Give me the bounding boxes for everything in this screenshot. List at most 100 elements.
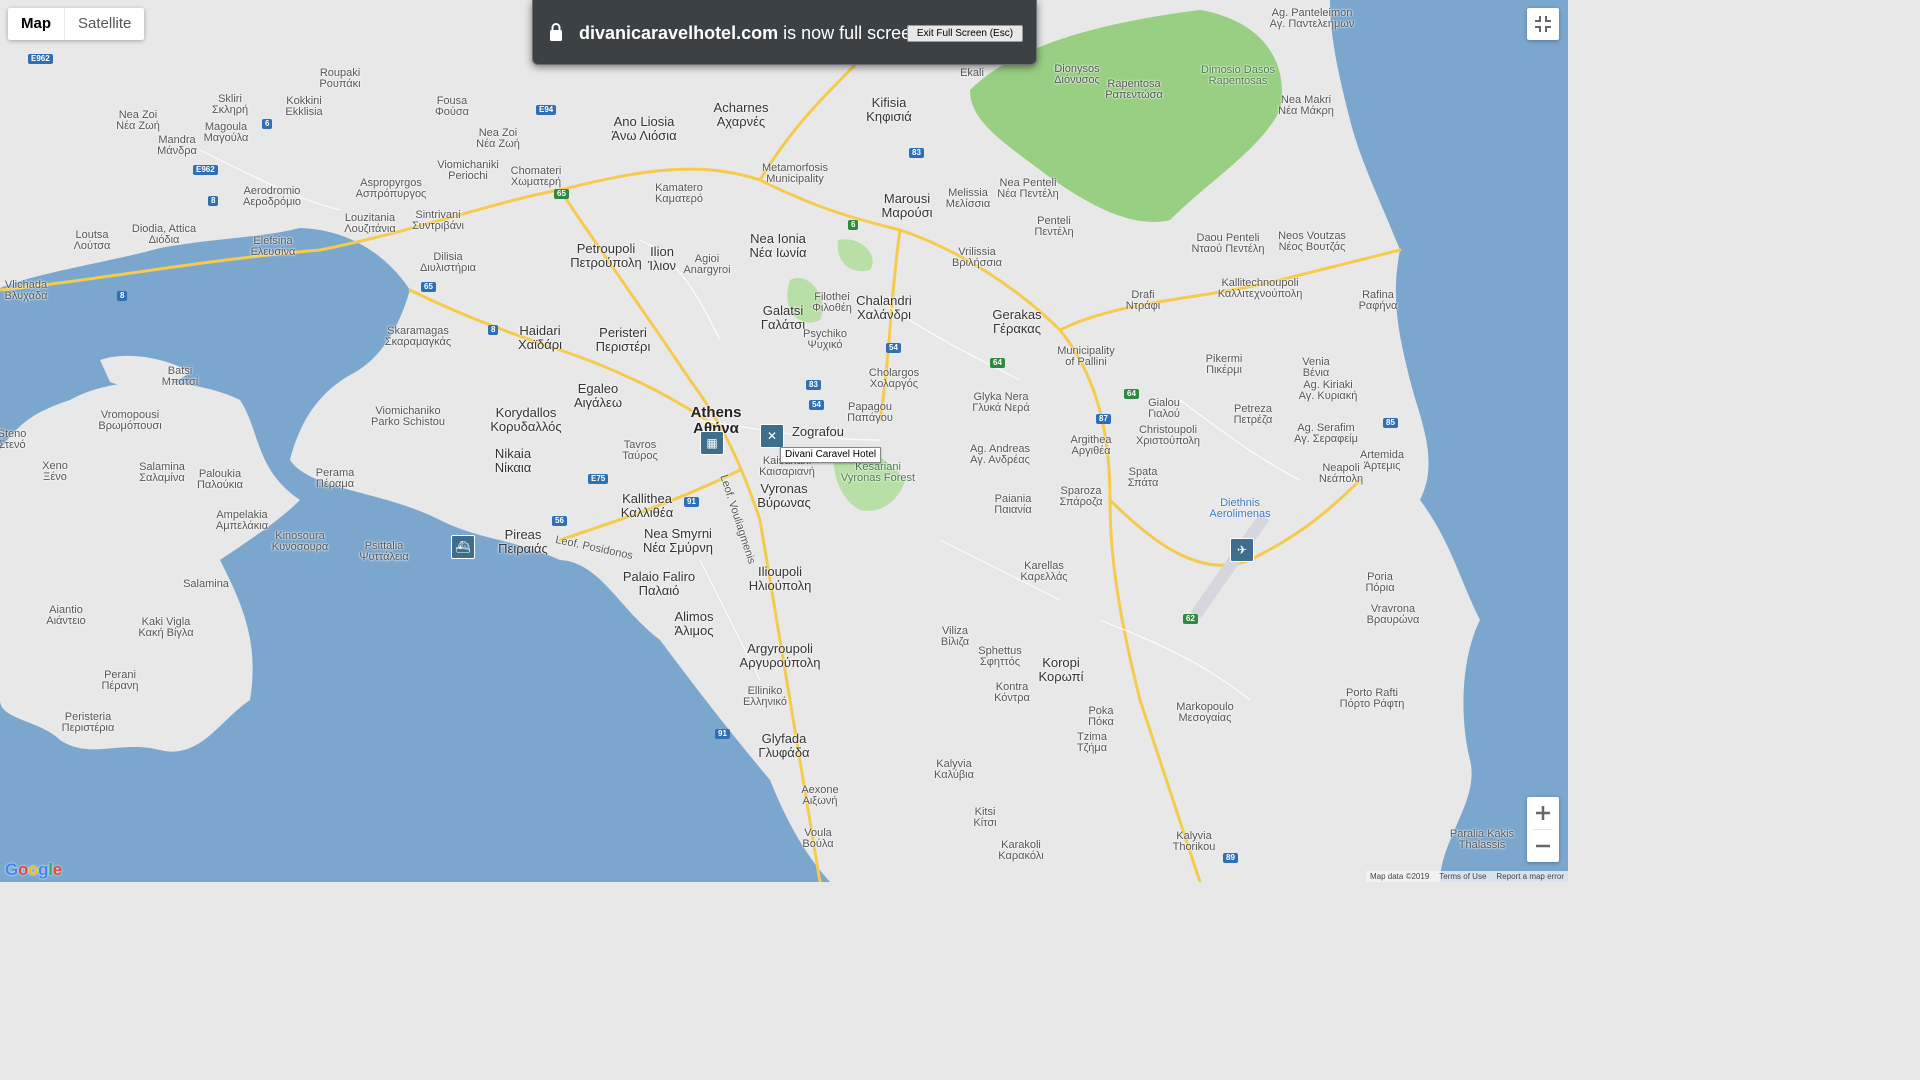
place-name-local: Σπάροζα: [1059, 496, 1103, 508]
place-label-filothei: Filothei Φιλοθέη: [812, 292, 852, 314]
place-name-local: Αγ. Κυριακή: [1298, 390, 1358, 402]
place-label-agpanteleimon: Ag. Panteleimon Αγ. Παντελεήμων: [1270, 8, 1355, 30]
place-name-local: Αγ. Σεραφείμ: [1294, 433, 1358, 445]
zoom-in-button[interactable]: [1527, 797, 1559, 829]
place-name-local: Σπάτα: [1127, 477, 1159, 489]
place-label-kinosoura: Kinosoura Κυνόσουρα: [272, 531, 329, 553]
place-name-local: Νίκαια: [494, 460, 532, 475]
place-name-local: Κακή Βίγλα: [138, 627, 194, 639]
place-name-local: Rapentosas: [1208, 75, 1268, 87]
report-error-link[interactable]: Report a map error: [1496, 871, 1564, 882]
fullscreen-toggle-button[interactable]: [1527, 8, 1559, 40]
port-marker-icon[interactable]: ⛴: [451, 535, 475, 559]
place-label-melissia: Melissia Μελίσσια: [946, 188, 990, 210]
place-name: Ano Liosia: [613, 114, 675, 129]
road-shield-r8c: 8: [488, 325, 499, 335]
place-label-kalyviathorikou: Kalyvia Thorikou: [1173, 831, 1216, 853]
place-name: Ilioupoli: [757, 564, 803, 579]
place-name-local: Thalassis: [1458, 839, 1506, 851]
place-label-kallithea: Kallithea Καλλιθέα: [621, 492, 673, 520]
place-name-local: Ραφήνα: [1358, 300, 1398, 312]
road-shield-r65a: 65: [554, 189, 569, 199]
minus-icon: [1536, 844, 1550, 848]
place-name-local: Ψυχικό: [807, 339, 843, 351]
exit-fullscreen-button[interactable]: Exit Full Screen (Esc): [907, 25, 1023, 42]
place-name-local: Αιξωνή: [802, 795, 838, 807]
place-name-local: Parko Schistou: [371, 416, 445, 428]
place-name-local: Πετρούπολη: [570, 255, 642, 270]
airport-marker-icon[interactable]: ✈: [1230, 538, 1254, 562]
fullscreen-message: divanicaravelhotel.com is now full scree…: [579, 22, 921, 44]
road-shield-r91a: 91: [684, 497, 699, 507]
place-name: Peristeri: [599, 325, 647, 340]
place-label-pireas: Pireas Πειραιάς: [498, 528, 548, 556]
place-name-local: Ξένο: [43, 471, 67, 483]
place-name: Nea Ionia: [750, 231, 806, 246]
place-label-rapentosa: Rapentosa Ραπεντώσα: [1105, 79, 1163, 101]
place-name-local: Κίτσι: [973, 817, 997, 829]
place-name-local: Βύρωνας: [757, 495, 811, 510]
place-name: Alimos: [674, 609, 714, 624]
place-name-local: Μαγούλα: [203, 132, 249, 144]
place-label-neaionia: Nea Ionia Νέα Ιωνία: [750, 232, 807, 260]
place-label-kesariani: Kesariani Vyronas Forest: [841, 462, 915, 484]
place-name-local: Καματερό: [655, 193, 703, 205]
museum-marker-icon[interactable]: ▦: [700, 431, 724, 455]
plus-icon: [1536, 806, 1550, 820]
place-label-vyronas: Vyronas Βύρωνας: [757, 482, 811, 510]
map-type-map-button[interactable]: Map: [8, 8, 64, 40]
place-name-local: Σκληρή: [211, 104, 249, 116]
place-label-ampelakia: Ampelakia Αμπελάκια: [216, 510, 268, 532]
place-name: Gerakas: [992, 307, 1042, 322]
map-type-satellite-button[interactable]: Satellite: [64, 8, 144, 40]
place-label-kontra: Kontra Κόντρα: [994, 682, 1030, 704]
place-name-local: Άρτεμις: [1363, 460, 1401, 472]
place-label-metamorfosis: Metamorfosis Municipality: [762, 163, 828, 185]
zoom-out-button[interactable]: [1527, 830, 1559, 862]
hotel-marker-icon[interactable]: ✕: [760, 424, 784, 448]
place-label-kitsi: Kitsi Κίτσι: [973, 807, 996, 829]
place-label-xeno: Xeno Ξένο: [42, 461, 68, 483]
place-name: Korydallos: [495, 405, 557, 420]
place-label-drafi: Drafi Ντράφι: [1126, 290, 1160, 312]
place-label-skaramagas: Skaramagas Σκαραμαγκάς: [385, 326, 451, 348]
place-name-local: Άλιμος: [674, 623, 714, 638]
place-label-spata: Spata Σπάτα: [1128, 467, 1159, 489]
fullscreen-message-text: is now full screen: [778, 23, 922, 43]
place-name: Egaleo: [577, 381, 619, 396]
place-name-local: Πέραμα: [315, 478, 355, 490]
place-label-roupaki: Roupaki Ρουπάκι: [319, 68, 360, 90]
place-name: Ilion: [650, 244, 674, 259]
place-label-alimos: Alimos Άλιμος: [674, 610, 713, 638]
place-name-local: Ψυττάλεια: [359, 551, 409, 563]
place-label-tavros: Tavros Ταύρος: [622, 440, 658, 462]
place-name: Kifisia: [871, 95, 907, 110]
place-label-paloukia: Paloukia Παλούκια: [197, 469, 243, 491]
place-name-local: Αργιθέα: [1071, 445, 1111, 457]
exit-fullscreen-icon: [1535, 16, 1551, 32]
place-name-local: Βριλήσσια: [951, 257, 1003, 269]
place-name-local: Πόρτο Ράφτη: [1339, 698, 1405, 710]
place-label-sphettus: Sphettus Σφηττός: [978, 646, 1021, 668]
place-name-local: Νέα Ζωή: [476, 138, 520, 150]
map-attribution: Map data ©2019 Terms of Use Report a map…: [1366, 871, 1568, 882]
place-name-local: Περιστέρια: [61, 722, 115, 734]
google-logo[interactable]: Google: [5, 860, 62, 880]
place-label-paralia: Paralia Kakis Thalassis: [1450, 829, 1514, 851]
place-name-local: Παλαιό: [638, 583, 680, 598]
road-shield-r85: 85: [1383, 418, 1398, 428]
place-label-marousi: Marousi Μαρούσι: [882, 192, 933, 220]
terms-of-use-link[interactable]: Terms of Use: [1439, 871, 1486, 882]
place-name-local: Βραυρώνα: [1366, 614, 1420, 626]
place-name-local: Μάνδρα: [157, 145, 197, 157]
place-name-local: Νέα Μάκρη: [1278, 105, 1334, 117]
road-shield-r64b: 64: [1124, 389, 1139, 399]
place-label-poria: Poria Πόρια: [1365, 572, 1394, 594]
place-name-local: Αγ. Ανδρέας: [970, 454, 1030, 466]
place-label-neasmyrni: Nea Smyrni Νέα Σμύρνη: [643, 527, 713, 555]
place-name-local: Νταού Πεντέλη: [1191, 243, 1265, 255]
place-label-batsi: Batsi Μπατσί: [162, 366, 198, 388]
place-label-paiania: Paiania Παιανία: [994, 494, 1031, 516]
place-label-neazoi-w: Nea Zoi Νέα Ζωή: [116, 110, 160, 132]
place-label-viliza: Viliza Βίλιζα: [941, 626, 969, 648]
